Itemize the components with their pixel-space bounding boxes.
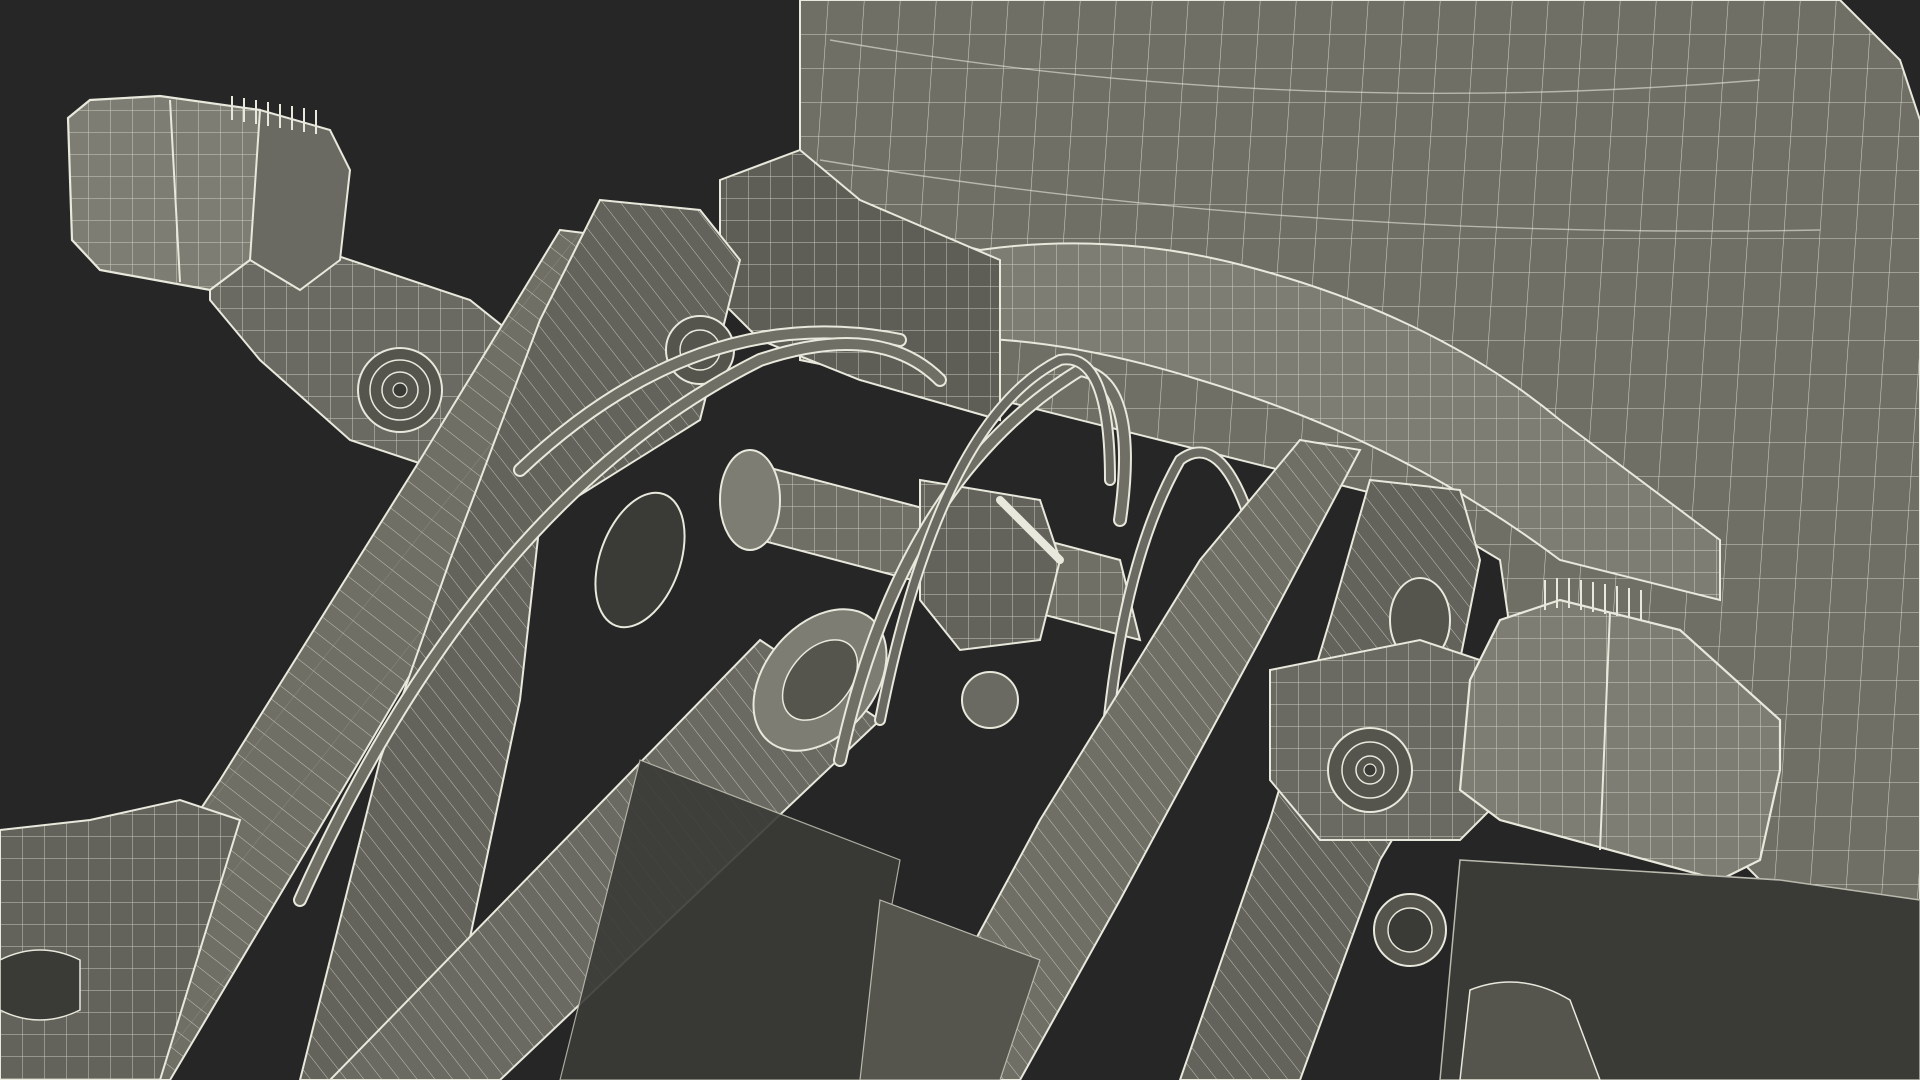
left-work-light [66, 94, 352, 292]
lower-right-base [1439, 859, 1920, 1080]
wireframe-render [0, 0, 1920, 1080]
